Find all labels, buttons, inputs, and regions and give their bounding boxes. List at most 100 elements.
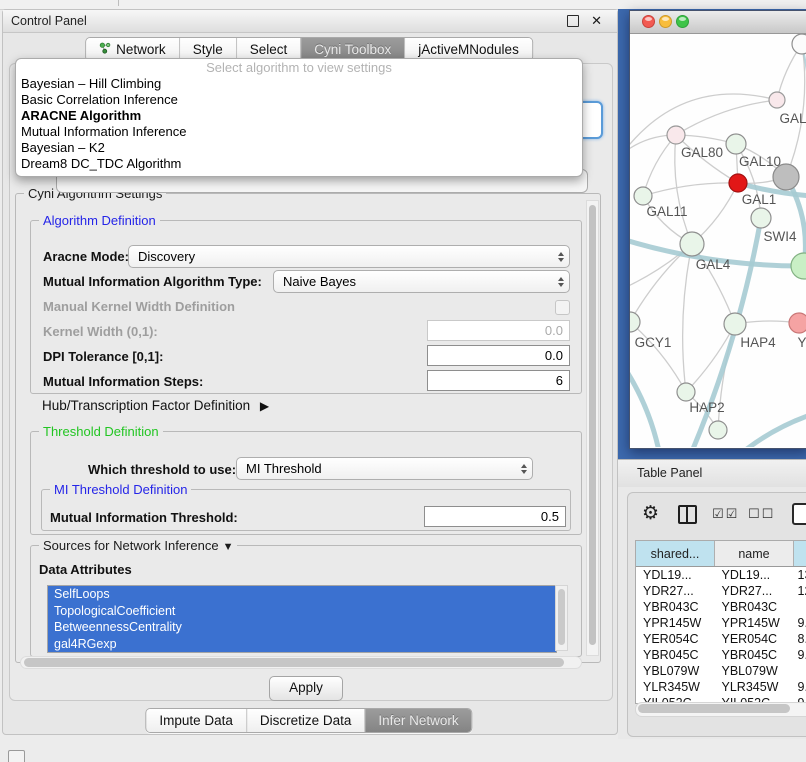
sources-group: Sources for Network Inference▼ Data Attr… [30,545,582,657]
mi-algorithm-type-select[interactable]: Naive Bayes [273,270,570,293]
algorithm-option-aracne-algorithm[interactable]: ARACNE Algorithm [16,108,582,124]
table-horizontal-scrollbar[interactable] [635,702,806,717]
algorithm-option-mutual-information-inference[interactable]: Mutual Information Inference [16,124,582,140]
column-header-shared-[interactable]: shared... [636,541,715,567]
bottom-tab-impute-data[interactable]: Impute Data [146,709,247,732]
column-header-a[interactable]: A [794,541,806,567]
select-all-columns-icon[interactable]: ☑☑ [712,506,739,522]
close-panel-icon[interactable]: ✕ [591,13,602,29]
function-builder-icon[interactable] [792,503,806,525]
tab-label: Impute Data [159,713,233,728]
attribute-item-gal4rgexp[interactable]: gal4RGexp [48,636,556,653]
network-icon [99,42,111,57]
attribute-item-selfloops[interactable]: SelfLoops [48,586,556,603]
network-node-gal1[interactable] [729,174,747,192]
control-panel-title: Control Panel [11,14,87,28]
table-cell: 8. [794,631,806,647]
bottom-tab-discretize-data[interactable]: Discretize Data [247,709,366,732]
table-row[interactable]: YBR045CYBR045C9. [636,647,806,663]
sources-group-title[interactable]: Sources for Network Inference▼ [39,538,237,555]
mi-steps-field[interactable]: 6 [427,370,570,391]
table-cell: YDR27... [715,583,794,599]
network-node-hap4[interactable] [724,313,746,335]
algorithm-dropdown-hint: Select algorithm to view settings [16,59,582,76]
manual-kernel-checkbox[interactable] [555,300,570,315]
network-window[interactable]: GALGAL80GAL10GAL1GAL11SWI4GAL4GCY1HAP4YH… [629,10,806,449]
settings-vertical-scrollbar[interactable] [586,200,599,656]
collapsed-arrow-icon: ▶ [260,399,269,413]
scrollbar-thumb[interactable] [558,589,565,645]
network-node-gal80[interactable] [667,126,685,144]
float-window-icon[interactable] [567,15,579,27]
table-toolbar: ⚙ ☑☑ ☐☐ [628,493,806,537]
network-edge [683,244,692,392]
network-edge [630,364,660,447]
which-threshold-select[interactable]: MI Threshold [236,457,533,480]
node-table[interactable]: shared...nameA YDL19...YDL19...13YDR27..… [635,540,806,704]
network-node-gal10[interactable] [726,134,746,154]
node-label-gal10: GAL10 [739,154,781,169]
attributes-scrollbar[interactable] [555,585,568,651]
threshold-definition-title: Threshold Definition [39,424,163,439]
algorithm-option-bayesian-hill-climbing[interactable]: Bayesian – Hill Climbing [16,76,582,92]
network-edge [676,100,777,135]
table-cell: 9. [794,647,806,663]
table-row[interactable]: YPR145WYPR145W9. [636,615,806,631]
column-header-name[interactable]: name [715,541,794,567]
network-node-gal[interactable] [769,92,785,108]
close-traffic-light-icon[interactable] [642,15,655,28]
table-row[interactable]: YDR27...YDR27...12 [636,583,806,599]
table-row[interactable]: YDL19...YDL19...13 [636,567,806,584]
mi-threshold-field[interactable]: 0.5 [424,506,566,527]
network-node-gal4[interactable] [680,232,704,256]
attribute-item-betweennesscentrality[interactable]: BetweennessCentrality [48,619,556,636]
manual-kernel-label: Manual Kernel Width Definition [43,299,235,314]
hide-panel-icon[interactable] [8,750,25,762]
kernel-width-field[interactable]: 0.0 [427,320,570,341]
scrollbar-thumb[interactable] [24,658,564,667]
zoom-traffic-light-icon[interactable] [676,15,689,28]
minimize-traffic-light-icon[interactable] [659,15,672,28]
table-row[interactable]: YBR043CYBR043C [636,599,806,615]
table-cell: YPR145W [715,615,794,631]
algorithm-option-bayesian-k2[interactable]: Bayesian – K2 [16,140,582,156]
mi-threshold-group-title: MI Threshold Definition [50,482,191,497]
network-node-gal11[interactable] [634,187,652,205]
cyni-algorithm-settings-group: Cyni Algorithm Settings Algorithm Defini… [15,193,601,663]
apply-button[interactable]: Apply [269,676,343,701]
table-panel-title: Table Panel [637,460,702,487]
bottom-tab-infer-network[interactable]: Infer Network [365,709,471,732]
network-node-hap2[interactable] [677,383,695,401]
algorithm-option-dream8-dc-tdc-algorithm[interactable]: Dream8 DC_TDC Algorithm [16,156,582,172]
hub-definition-expander[interactable]: Hub/Transcription Factor Definition ▶ [42,398,269,413]
node-label-hap2: HAP2 [689,400,724,415]
table-cell: YLR345W [715,679,794,695]
network-node-ntop[interactable] [792,34,806,54]
attribute-item-topologicalcoefficient[interactable]: TopologicalCoefficient [48,603,556,620]
table-row[interactable]: YBL079WYBL079W [636,663,806,679]
dpi-tolerance-field[interactable]: 0.0 [427,345,570,366]
table-panel-titlebar[interactable]: Table Panel [618,459,806,488]
network-node-nbot[interactable] [709,421,727,439]
network-node-y[interactable] [789,313,806,333]
table-row[interactable]: YER054CYER054C8. [636,631,806,647]
table-cell: YBR043C [636,599,715,615]
settings-horizontal-scrollbar[interactable] [20,656,582,669]
columns-icon[interactable] [678,505,697,524]
network-node-SWI4b[interactable] [791,253,806,279]
table-row[interactable]: YLR345WYLR345W9. [636,679,806,695]
deselect-all-columns-icon[interactable]: ☐☐ [748,506,775,522]
network-node-swi4[interactable] [751,208,771,228]
scrollbar-thumb[interactable] [638,704,790,713]
aracne-mode-select[interactable]: Discovery [128,245,570,268]
gear-icon[interactable]: ⚙ [642,502,659,525]
algorithm-option-basic-correlation-inference[interactable]: Basic Correlation Inference [16,92,582,108]
data-attributes-list[interactable]: SelfLoopsTopologicalCoefficientBetweenne… [47,585,557,653]
tab-label: jActiveMNodules [418,42,519,57]
control-panel-titlebar[interactable]: Control Panel ✕ [3,10,617,33]
scrollbar-thumb[interactable] [589,205,596,645]
table-cell: YDL19... [636,567,715,584]
network-window-titlebar[interactable] [630,11,806,34]
network-canvas[interactable]: GALGAL80GAL10GAL1GAL11SWI4GAL4GCY1HAP4YH… [630,34,806,447]
table-cell: YBL079W [715,663,794,679]
